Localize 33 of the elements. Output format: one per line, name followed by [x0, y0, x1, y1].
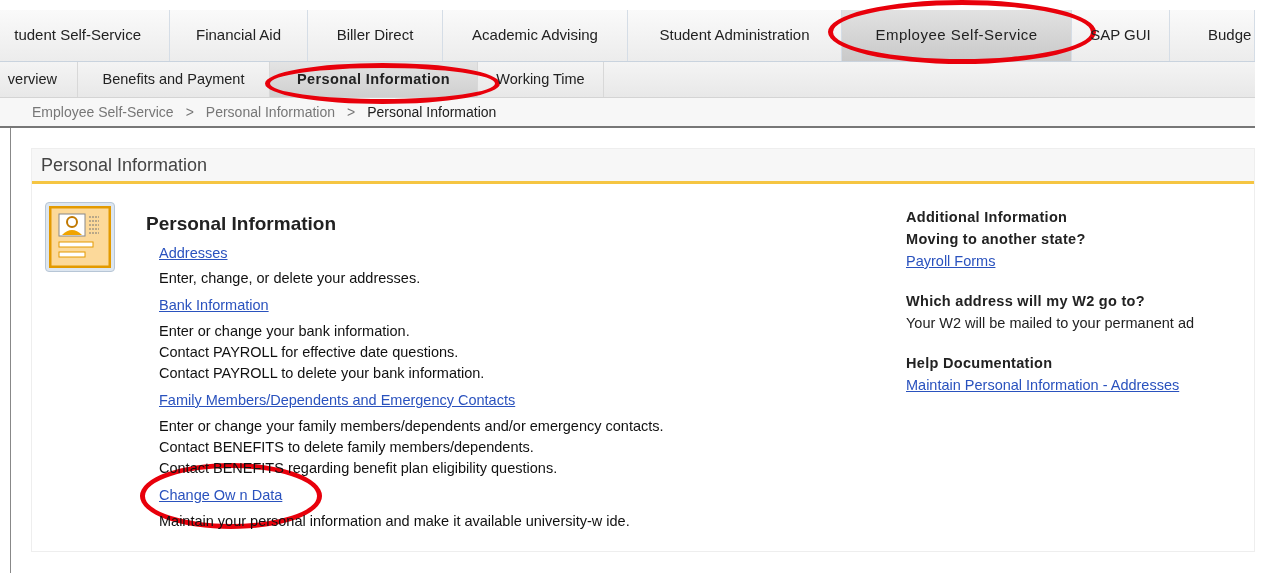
- info-heading: Which address will my W2 go to?: [906, 292, 1146, 311]
- link[interactable]: Family Members/Dependents and Emergency Contacts: [159, 392, 516, 408]
- breadcrumb-link[interactable]: Personal Information: [205, 101, 335, 123]
- description-text: Contact PAYROLL for effective date questions.: [159, 343, 459, 362]
- description-text: Contact PAYROLL to delete your bank information.: [159, 364, 485, 383]
- link[interactable]: Change Ow n Data: [159, 486, 283, 503]
- nav-tab[interactable]: Employee Self-Service: [842, 10, 1072, 61]
- nav-tab[interactable]: Academic Advising: [443, 10, 628, 61]
- panel-title: Personal Information: [41, 153, 208, 177]
- info-heading: Moving to another state?: [906, 230, 1087, 249]
- nav-tab[interactable]: Budge: [1170, 10, 1255, 61]
- link[interactable]: Bank Information: [159, 297, 269, 314]
- link[interactable]: Addresses: [159, 244, 228, 261]
- info-text: Your W2 will be mailed to your permanent ad: [906, 314, 1194, 333]
- link[interactable]: Payroll Forms: [906, 250, 1194, 272]
- description-text: Enter, change, or delete your addresses.: [159, 269, 421, 289]
- id-card-icon: [45, 202, 115, 272]
- breadcrumb-separator: >: [185, 102, 194, 122]
- description-text: Enter or change your bank information.: [159, 322, 410, 341]
- description-text: Enter or change your family members/dependents and/or emergency contacts.: [159, 416, 664, 436]
- section-title: Personal Information: [146, 212, 338, 236]
- breadcrumb-link[interactable]: Employee Self-Service: [32, 101, 174, 123]
- info-heading: Help Documentation: [906, 354, 1054, 373]
- nav-tab[interactable]: Biller Direct: [308, 10, 443, 61]
- description-text: Contact BENEFITS to delete family members/dependents.: [159, 437, 534, 457]
- nav-tab[interactable]: tudent Self-Service: [0, 10, 170, 61]
- sub-tab[interactable]: Working Time: [478, 62, 604, 97]
- sub-tab[interactable]: verview: [0, 62, 78, 97]
- info-heading: Additional Information: [906, 208, 1069, 227]
- nav-tab[interactable]: Financial Aid: [170, 10, 308, 61]
- link[interactable]: Maintain Personal Information - Addresses: [906, 374, 1194, 396]
- breadcrumb-current: Personal Information: [367, 102, 497, 122]
- breadcrumb-separator: >: [347, 102, 356, 122]
